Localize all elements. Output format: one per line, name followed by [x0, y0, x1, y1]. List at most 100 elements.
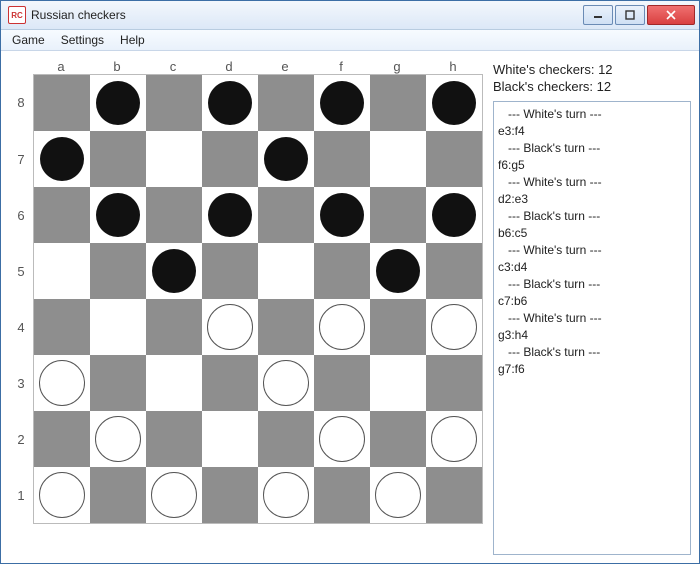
square-f5[interactable]: [314, 243, 370, 299]
square-b5[interactable]: [90, 243, 146, 299]
col-label: b: [89, 59, 145, 74]
square-g3[interactable]: [370, 355, 426, 411]
square-b6[interactable]: [90, 187, 146, 243]
square-a3[interactable]: [34, 355, 90, 411]
square-g4[interactable]: [370, 299, 426, 355]
square-h3[interactable]: [426, 355, 482, 411]
square-b7[interactable]: [90, 131, 146, 187]
square-f8[interactable]: [314, 75, 370, 131]
menu-game[interactable]: Game: [5, 31, 52, 49]
square-d1[interactable]: [202, 467, 258, 523]
square-h8[interactable]: [426, 75, 482, 131]
square-c3[interactable]: [146, 355, 202, 411]
square-c1[interactable]: [146, 467, 202, 523]
minimize-button[interactable]: [583, 5, 613, 25]
square-d4[interactable]: [202, 299, 258, 355]
square-g8[interactable]: [370, 75, 426, 131]
black-piece[interactable]: [432, 193, 476, 237]
square-a1[interactable]: [34, 467, 90, 523]
menu-settings[interactable]: Settings: [54, 31, 111, 49]
square-e3[interactable]: [258, 355, 314, 411]
square-c6[interactable]: [146, 187, 202, 243]
square-a7[interactable]: [34, 131, 90, 187]
square-h2[interactable]: [426, 411, 482, 467]
white-piece[interactable]: [263, 472, 309, 518]
black-piece[interactable]: [208, 193, 252, 237]
square-c7[interactable]: [146, 131, 202, 187]
square-b2[interactable]: [90, 411, 146, 467]
white-piece[interactable]: [431, 304, 477, 350]
black-piece[interactable]: [152, 249, 196, 293]
minimize-icon: [593, 10, 603, 20]
square-g5[interactable]: [370, 243, 426, 299]
square-d2[interactable]: [202, 411, 258, 467]
square-f6[interactable]: [314, 187, 370, 243]
square-g6[interactable]: [370, 187, 426, 243]
log-move: c3:d4: [498, 259, 686, 276]
black-piece[interactable]: [96, 193, 140, 237]
square-d5[interactable]: [202, 243, 258, 299]
square-f2[interactable]: [314, 411, 370, 467]
white-piece[interactable]: [39, 360, 85, 406]
black-piece[interactable]: [40, 137, 84, 181]
maximize-button[interactable]: [615, 5, 645, 25]
white-piece[interactable]: [207, 304, 253, 350]
square-a2[interactable]: [34, 411, 90, 467]
square-a8[interactable]: [34, 75, 90, 131]
white-piece[interactable]: [151, 472, 197, 518]
square-b3[interactable]: [90, 355, 146, 411]
square-d3[interactable]: [202, 355, 258, 411]
square-a5[interactable]: [34, 243, 90, 299]
square-g1[interactable]: [370, 467, 426, 523]
black-piece[interactable]: [208, 81, 252, 125]
square-f1[interactable]: [314, 467, 370, 523]
black-piece[interactable]: [320, 81, 364, 125]
square-h6[interactable]: [426, 187, 482, 243]
white-piece[interactable]: [319, 304, 365, 350]
square-e7[interactable]: [258, 131, 314, 187]
square-d8[interactable]: [202, 75, 258, 131]
square-g2[interactable]: [370, 411, 426, 467]
square-b4[interactable]: [90, 299, 146, 355]
black-piece[interactable]: [320, 193, 364, 237]
white-piece[interactable]: [39, 472, 85, 518]
menu-help[interactable]: Help: [113, 31, 152, 49]
square-h5[interactable]: [426, 243, 482, 299]
square-b8[interactable]: [90, 75, 146, 131]
square-f4[interactable]: [314, 299, 370, 355]
black-piece[interactable]: [96, 81, 140, 125]
square-h4[interactable]: [426, 299, 482, 355]
white-piece[interactable]: [375, 472, 421, 518]
move-log[interactable]: --- White's turn ---e3:f4 --- Black's tu…: [493, 101, 691, 555]
black-piece[interactable]: [376, 249, 420, 293]
square-g7[interactable]: [370, 131, 426, 187]
white-piece[interactable]: [95, 416, 141, 462]
square-c4[interactable]: [146, 299, 202, 355]
menubar: Game Settings Help: [1, 30, 699, 51]
black-piece[interactable]: [264, 137, 308, 181]
square-e5[interactable]: [258, 243, 314, 299]
square-d7[interactable]: [202, 131, 258, 187]
close-button[interactable]: [647, 5, 695, 25]
square-c2[interactable]: [146, 411, 202, 467]
white-piece[interactable]: [319, 416, 365, 462]
square-e1[interactable]: [258, 467, 314, 523]
square-b1[interactable]: [90, 467, 146, 523]
black-piece[interactable]: [432, 81, 476, 125]
white-piece[interactable]: [431, 416, 477, 462]
square-c8[interactable]: [146, 75, 202, 131]
square-e6[interactable]: [258, 187, 314, 243]
col-label: d: [201, 59, 257, 74]
white-piece[interactable]: [263, 360, 309, 406]
square-h7[interactable]: [426, 131, 482, 187]
square-e4[interactable]: [258, 299, 314, 355]
square-f3[interactable]: [314, 355, 370, 411]
square-c5[interactable]: [146, 243, 202, 299]
square-h1[interactable]: [426, 467, 482, 523]
square-d6[interactable]: [202, 187, 258, 243]
square-e2[interactable]: [258, 411, 314, 467]
square-a4[interactable]: [34, 299, 90, 355]
square-a6[interactable]: [34, 187, 90, 243]
square-f7[interactable]: [314, 131, 370, 187]
square-e8[interactable]: [258, 75, 314, 131]
